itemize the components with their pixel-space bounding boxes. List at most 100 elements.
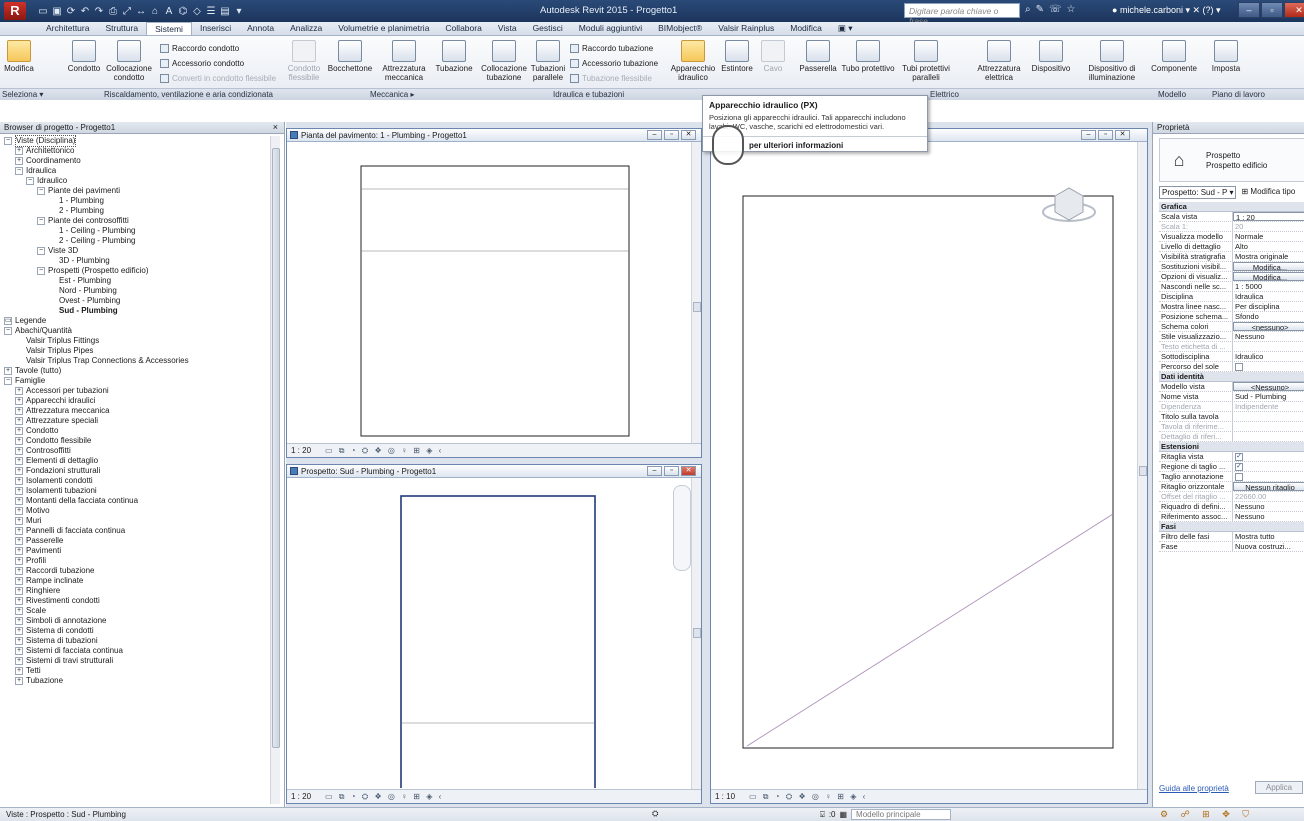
main-drawing[interactable] xyxy=(711,142,1137,788)
tree-node[interactable]: + Condotto flessibile xyxy=(0,436,270,446)
tree-node[interactable]: + Sistemi di travi strutturali xyxy=(0,656,270,666)
accessorio-tubazione-button[interactable]: Accessorio tubazione xyxy=(570,59,658,68)
property-button[interactable]: Modifica... xyxy=(1233,262,1304,271)
instance-filter-dropdown[interactable]: Prospetto: Sud - P ▾ xyxy=(1159,186,1237,199)
main-view-window[interactable]: – ▫ ✕ 1 : 10 ▭ ⧉ ◔ ⛭ ❖ ◎ ♀ ⊞ ◈ ‹ xyxy=(710,128,1148,804)
elevation-view-window[interactable]: Prospetto: Sud - Plumbing - Progetto1 – ▫… xyxy=(286,464,702,804)
expand-toggle-icon[interactable]: + xyxy=(15,447,23,455)
properties-section[interactable]: Fasi xyxy=(1159,522,1304,532)
expand-toggle-icon[interactable]: − xyxy=(15,167,23,175)
expand-toggle-icon[interactable]: ▭ xyxy=(4,317,12,325)
checkbox-icon[interactable] xyxy=(1235,363,1243,371)
tree-node[interactable]: + Controsoffitti xyxy=(0,446,270,456)
tubazione-flessibile-button[interactable]: Tubazione flessibile xyxy=(570,74,652,83)
tree-node[interactable]: − Viste 3D xyxy=(0,246,270,256)
scrollbar-thumb[interactable] xyxy=(272,148,280,748)
tree-node[interactable]: + Motivo xyxy=(0,506,270,516)
tree-node[interactable]: + Tavole (tutto) xyxy=(0,366,270,376)
view-close-button[interactable]: ✕ xyxy=(681,466,696,476)
view-control-icons[interactable]: ▭ ⧉ ◔ ⛭ ❖ ◎ ♀ ⊞ ◈ ‹ xyxy=(749,792,867,801)
view-control-icons[interactable]: ▭ ⧉ ◔ ⛭ ❖ ◎ ♀ ⊞ ◈ ‹ xyxy=(325,446,443,455)
tree-node[interactable]: Valsir Triplus Pipes xyxy=(0,346,270,356)
revit-logo-button[interactable]: R xyxy=(4,2,26,20)
redo-icon[interactable]: ↷ xyxy=(94,6,104,17)
tab-gestisci[interactable]: Gestisci xyxy=(525,22,571,35)
switch-windows-icon[interactable]: ▾ xyxy=(234,6,244,17)
properties-section[interactable]: Grafica xyxy=(1159,202,1304,212)
expand-toggle-icon[interactable]: + xyxy=(15,677,23,685)
dispositivo-button[interactable]: Dispositivo xyxy=(1028,40,1074,73)
tree-node[interactable]: + Sistema di tubazioni xyxy=(0,636,270,646)
view-minimize-button[interactable]: – xyxy=(1081,130,1096,140)
property-value[interactable]: Mostra tutto xyxy=(1233,532,1304,541)
expand-toggle-icon[interactable]: + xyxy=(15,577,23,585)
3d-view-icon[interactable]: ⌬ xyxy=(178,6,188,17)
expand-toggle-icon[interactable]: − xyxy=(37,217,45,225)
cavo-button[interactable]: Cavo xyxy=(758,40,788,73)
print-icon[interactable]: ⎙ xyxy=(108,6,118,17)
expand-toggle-icon[interactable]: + xyxy=(15,617,23,625)
property-checkbox[interactable] xyxy=(1233,472,1304,481)
expand-toggle-icon[interactable]: + xyxy=(15,157,23,165)
expand-toggle-icon[interactable]: + xyxy=(15,657,23,665)
tree-node[interactable]: − Abachi/Quantità xyxy=(0,326,270,336)
tree-node[interactable]: − Idraulico xyxy=(0,176,270,186)
view-scale[interactable]: 1 : 10 xyxy=(715,792,735,801)
expand-toggle-icon[interactable]: + xyxy=(15,647,23,655)
view-minimize-button[interactable]: – xyxy=(647,130,662,140)
expand-toggle-icon[interactable]: + xyxy=(15,407,23,415)
tab-annota[interactable]: Annota xyxy=(239,22,282,35)
tab-modifica[interactable]: Modifica xyxy=(782,22,830,35)
tree-node[interactable]: − Idraulica xyxy=(0,166,270,176)
view-control-icons[interactable]: ▭ ⧉ ◔ ⛭ ❖ ◎ ♀ ⊞ ◈ ‹ xyxy=(325,792,443,801)
modifica-button[interactable]: Modifica xyxy=(4,40,34,73)
property-value[interactable]: Alto xyxy=(1233,242,1304,251)
expand-toggle-icon[interactable]: + xyxy=(15,467,23,475)
edit-type-button[interactable]: ⊞ Modifica tipo xyxy=(1239,186,1297,199)
apparecchio-idraulico-button[interactable]: Apparecchio idraulico xyxy=(670,40,716,82)
checkbox-icon[interactable] xyxy=(1235,473,1243,481)
tab-inserisci[interactable]: Inserisci xyxy=(192,22,239,35)
property-value[interactable]: Normale xyxy=(1233,232,1304,241)
tab-minimize-ribbon[interactable]: ▣ ▾ xyxy=(830,22,861,35)
expand-toggle-icon[interactable]: + xyxy=(15,517,23,525)
bocchettone-button[interactable]: Bocchettone xyxy=(326,40,374,73)
measure-icon[interactable]: ⤢ xyxy=(122,6,132,17)
property-value[interactable]: Nessuno xyxy=(1233,332,1304,341)
condotto-flessibile-button[interactable]: Condotto flessibile xyxy=(284,40,324,82)
raccordo-condotto-button[interactable]: Raccordo condotto xyxy=(160,44,239,53)
expand-toggle-icon[interactable]: + xyxy=(15,437,23,445)
attrezzatura-meccanica-button[interactable]: Attrezzatura meccanica xyxy=(380,40,428,82)
property-button[interactable]: <nessuno> xyxy=(1233,322,1304,331)
navigation-bar[interactable] xyxy=(673,485,691,571)
property-value[interactable]: Mostra originale xyxy=(1233,252,1304,261)
expand-toggle-icon[interactable]: + xyxy=(15,477,23,485)
tree-node[interactable]: Ovest - Plumbing xyxy=(0,296,270,306)
panel-seleziona[interactable]: Seleziona ▾ xyxy=(2,90,43,99)
tab-moduli-aggiuntivi[interactable]: Moduli aggiuntivi xyxy=(571,22,650,35)
tree-node[interactable]: + Rampe inclinate xyxy=(0,576,270,586)
tab-analizza[interactable]: Analizza xyxy=(282,22,330,35)
tree-node[interactable]: + Isolamenti condotti xyxy=(0,476,270,486)
main-view-scrollbar[interactable] xyxy=(1137,142,1147,790)
property-value[interactable]: Idraulica xyxy=(1233,292,1304,301)
tree-node[interactable]: ▭ Legende xyxy=(0,316,270,326)
tree-node[interactable]: − Piante dei controsoffitti xyxy=(0,216,270,226)
tab-architettura[interactable]: Architettura xyxy=(38,22,97,35)
property-value[interactable]: Nessuno xyxy=(1233,512,1304,521)
tree-node[interactable]: − Viste (Disciplina) xyxy=(0,135,270,147)
undo-icon[interactable]: ↶ xyxy=(80,6,90,17)
view-restore-button[interactable]: ▫ xyxy=(664,466,679,476)
tree-node[interactable]: + Passerelle xyxy=(0,536,270,546)
tree-node[interactable]: + Attrezzature speciali xyxy=(0,416,270,426)
expand-toggle-icon[interactable]: + xyxy=(15,497,23,505)
selection-toggle-icons[interactable]: ⚙ ☍ ⊞ ✥ ⛉ xyxy=(1160,809,1254,820)
tree-node[interactable]: + Raccordi tubazione xyxy=(0,566,270,576)
tree-node[interactable]: + Coordinamento xyxy=(0,156,270,166)
checkbox-icon[interactable]: ✓ xyxy=(1235,453,1243,461)
property-checkbox[interactable]: ✓ xyxy=(1233,462,1304,471)
property-button[interactable]: Nessun ritaglio xyxy=(1233,482,1304,491)
elevation-drawing[interactable] xyxy=(287,478,691,788)
tree-node[interactable]: + Sistemi di facciata continua xyxy=(0,646,270,656)
tree-node[interactable]: + Sistema di condotti xyxy=(0,626,270,636)
